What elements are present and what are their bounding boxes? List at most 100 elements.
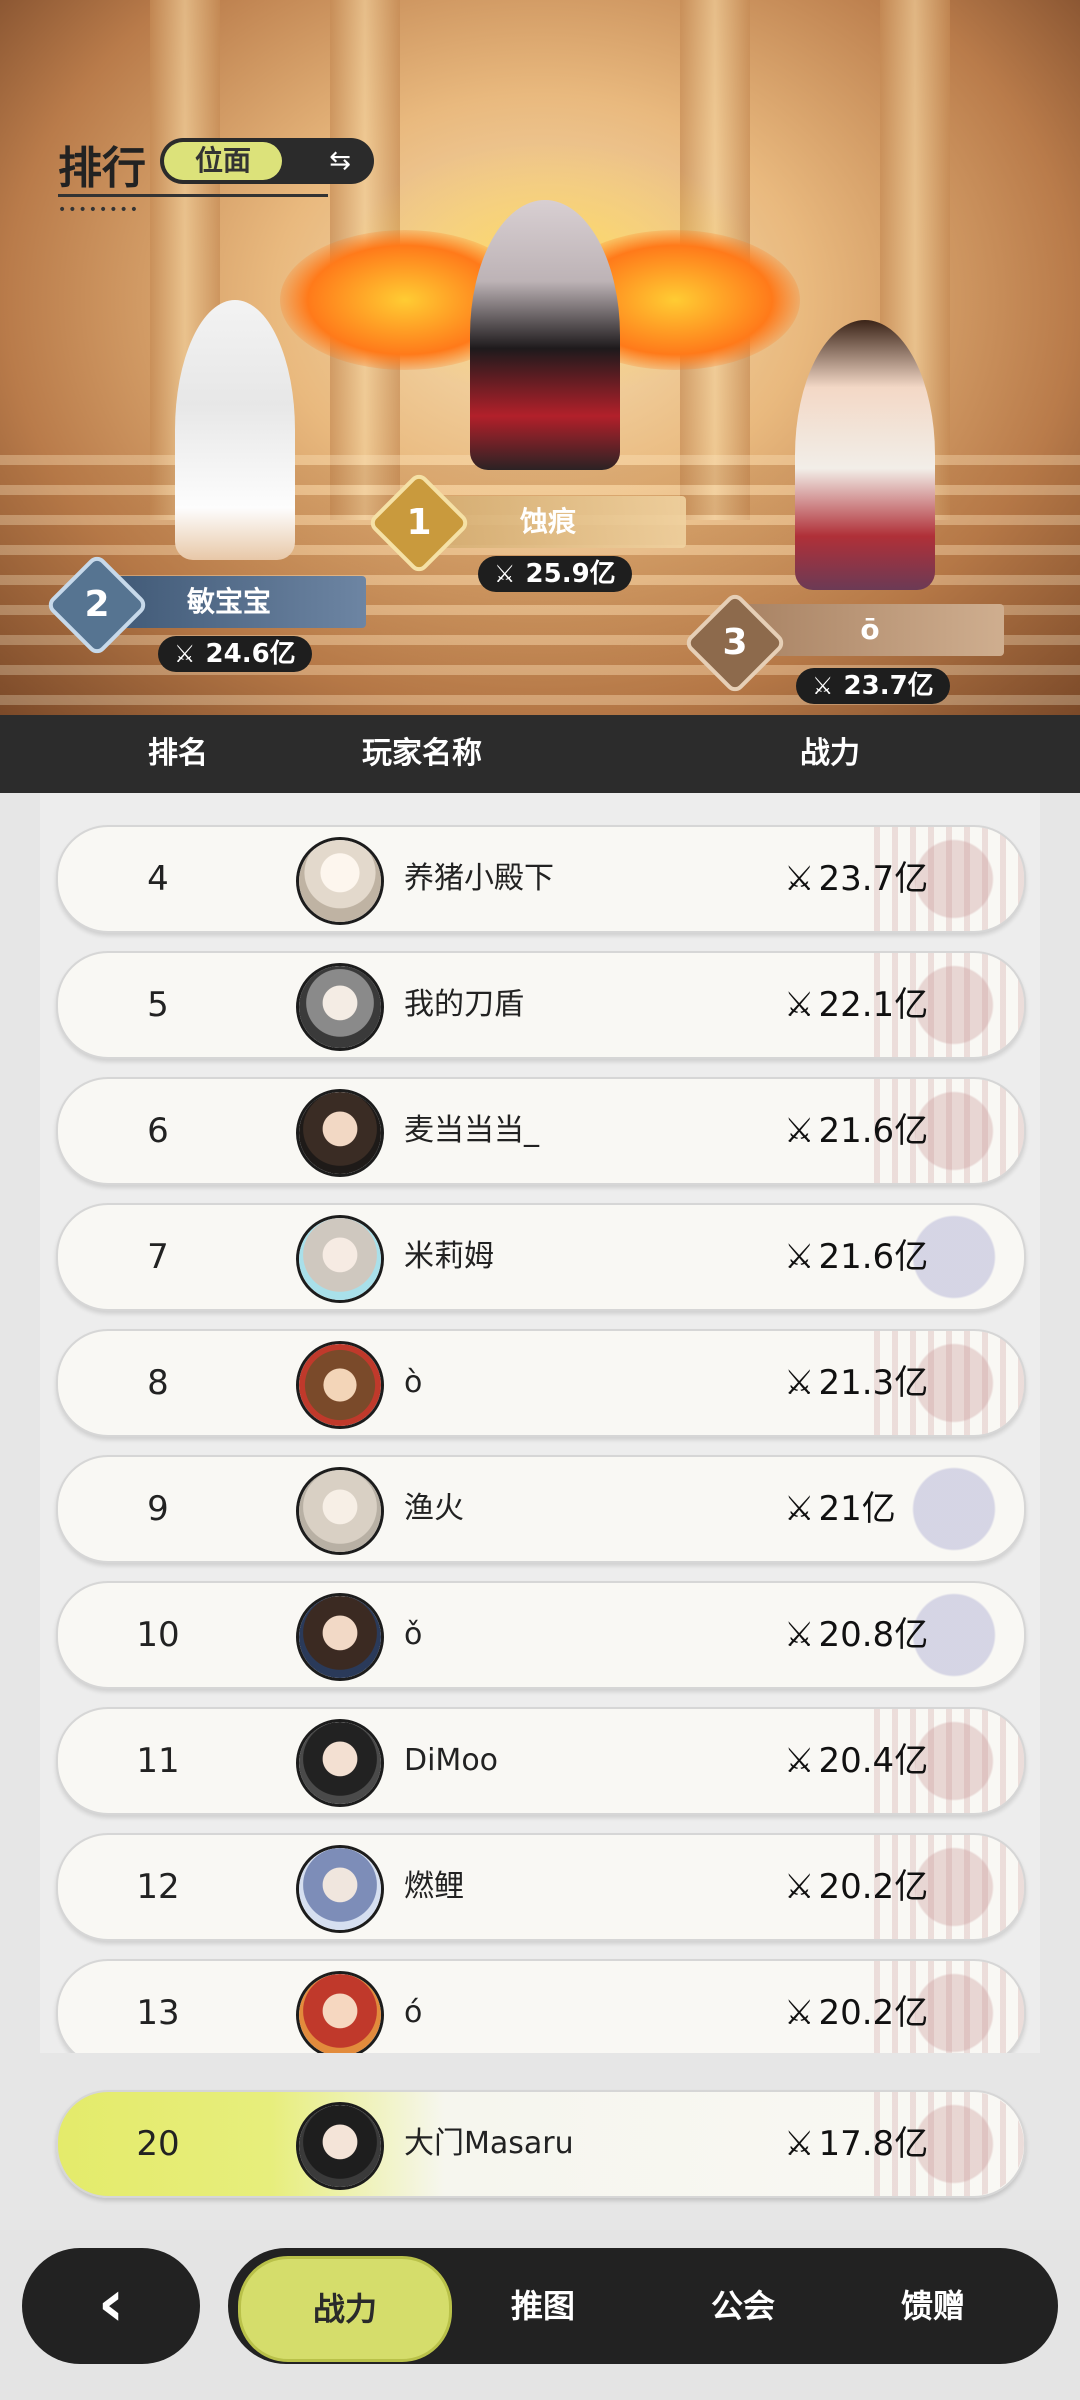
table-header: 排名 玩家名称 战力 xyxy=(0,715,1080,793)
column-rank: 排名 xyxy=(148,736,208,771)
crossed-swords-icon: ⚔ xyxy=(784,1867,815,1907)
my-power: ⚔ 17.8亿 xyxy=(784,2124,929,2164)
title-dots: •••••••• xyxy=(58,202,141,218)
column-power: 战力 xyxy=(800,736,860,771)
avatar[interactable] xyxy=(296,1341,384,1429)
rank2-name: 敏宝宝 xyxy=(186,585,271,618)
scope-label: 位面 xyxy=(164,142,282,180)
row-power: ⚔ 20.2亿 xyxy=(784,1993,929,2033)
crossed-swords-icon: ⚔ xyxy=(784,2124,815,2164)
avatar[interactable] xyxy=(296,1971,384,2053)
avatar[interactable] xyxy=(296,963,384,1051)
row-name: ò xyxy=(404,1365,423,1400)
row-rank: 6 xyxy=(147,1111,169,1151)
row-name: ó xyxy=(404,1995,423,2030)
page-title: 排行 xyxy=(58,143,146,194)
row-power: ⚔ 21.3亿 xyxy=(784,1363,929,1403)
avatar[interactable] xyxy=(296,1845,384,1933)
my-rank: 20 xyxy=(136,2124,180,2164)
crossed-swords-icon: ⚔ xyxy=(784,1111,815,1151)
back-button[interactable]: ‹ xyxy=(22,2248,200,2364)
row-rank: 13 xyxy=(136,1993,180,2033)
crossed-swords-icon: ⚔ xyxy=(494,560,516,588)
row-name: ǒ xyxy=(404,1617,423,1652)
chevron-left-icon: ‹ xyxy=(97,2267,125,2341)
crossed-swords-icon: ⚔ xyxy=(812,672,834,700)
crossed-swords-icon: ⚔ xyxy=(784,1363,815,1403)
row-name: 麦当当当_ xyxy=(404,1113,539,1148)
row-power: ⚔ 21.6亿 xyxy=(784,1111,929,1151)
row-rank: 8 xyxy=(147,1363,169,1403)
row-power: ⚔ 20.8亿 xyxy=(784,1615,929,1655)
table-row[interactable]: 7 米莉姆 ⚔ 21.6亿 xyxy=(56,1203,1026,1311)
table-row[interactable]: 10 ǒ ⚔ 20.8亿 xyxy=(56,1581,1026,1689)
swap-arrows-icon[interactable]: ⇆ xyxy=(320,142,360,180)
crossed-swords-icon: ⚔ xyxy=(174,640,196,668)
tab-gift[interactable]: 馈赠 xyxy=(848,2256,1018,2356)
row-rank: 12 xyxy=(136,1867,180,1907)
row-name: 我的刀盾 xyxy=(404,987,524,1022)
crossed-swords-icon: ⚔ xyxy=(784,1993,815,2033)
avatar[interactable] xyxy=(296,1467,384,1555)
table-row[interactable]: 13 ó ⚔ 20.2亿 xyxy=(56,1959,1026,2053)
table-row[interactable]: 4 养猪小殿下 ⚔ 23.7亿 xyxy=(56,825,1026,933)
tab-bar: 战力 推图 公会 馈赠 xyxy=(228,2248,1058,2364)
row-power: ⚔ 21.6亿 xyxy=(784,1237,929,1277)
crossed-swords-icon: ⚔ xyxy=(784,1489,815,1529)
column-name: 玩家名称 xyxy=(362,736,482,771)
rank3-power: ⚔ 23.7亿 xyxy=(796,668,950,704)
table-row[interactable]: 11 DiMoo ⚔ 20.4亿 xyxy=(56,1707,1026,1815)
avatar[interactable] xyxy=(296,2102,384,2190)
title-underline xyxy=(58,194,328,197)
row-power: ⚔ 20.2亿 xyxy=(784,1867,929,1907)
avatar[interactable] xyxy=(296,837,384,925)
table-row[interactable]: 8 ò ⚔ 21.3亿 xyxy=(56,1329,1026,1437)
row-name: 养猪小殿下 xyxy=(404,861,554,896)
row-rank: 5 xyxy=(147,985,169,1025)
leaderboard-title: 排行 位面 ⇆ •••••••• xyxy=(58,132,374,218)
podium-scene: 排行 位面 ⇆ •••••••• 蚀痕 1 ⚔ 25.9亿 敏宝宝 2 ⚔ 24.6… xyxy=(0,0,1080,715)
crossed-swords-icon: ⚔ xyxy=(784,985,815,1025)
rank3-character[interactable] xyxy=(795,320,935,590)
table-row[interactable]: 12 燃鲤 ⚔ 20.2亿 xyxy=(56,1833,1026,1941)
row-name: DiMoo xyxy=(404,1743,499,1778)
bottom-nav: ‹ 战力 推图 公会 馈赠 xyxy=(0,2230,1080,2400)
ranking-list[interactable]: 4 养猪小殿下 ⚔ 23.7亿 5 我的刀盾 ⚔ 22.1亿 6 麦当当当_ ⚔ 21… xyxy=(40,793,1040,2053)
crossed-swords-icon: ⚔ xyxy=(784,859,815,899)
row-rank: 4 xyxy=(147,859,169,899)
my-rank-content: 20 大门Masaru ⚔ 17.8亿 xyxy=(58,2092,1024,2196)
avatar[interactable] xyxy=(296,1215,384,1303)
row-name: 渔火 xyxy=(404,1491,464,1526)
avatar[interactable] xyxy=(296,1089,384,1177)
row-power: ⚔ 23.7亿 xyxy=(784,859,929,899)
row-name: 米莉姆 xyxy=(404,1239,494,1274)
tab-stage[interactable]: 推图 xyxy=(458,2256,628,2356)
row-power: ⚔ 21亿 xyxy=(784,1489,896,1529)
table-row[interactable]: 9 渔火 ⚔ 21亿 xyxy=(56,1455,1026,1563)
row-power: ⚔ 20.4亿 xyxy=(784,1741,929,1781)
crossed-swords-icon: ⚔ xyxy=(784,1741,815,1781)
row-rank: 11 xyxy=(136,1741,180,1781)
row-power: ⚔ 22.1亿 xyxy=(784,985,929,1025)
rank2-power: ⚔ 24.6亿 xyxy=(158,636,312,672)
rank1-name: 蚀痕 xyxy=(519,505,576,538)
table-row[interactable]: 5 我的刀盾 ⚔ 22.1亿 xyxy=(56,951,1026,1059)
rank1-power: ⚔ 25.9亿 xyxy=(478,556,632,592)
rank2-character[interactable] xyxy=(175,300,295,560)
row-name: 燃鲤 xyxy=(404,1869,464,1904)
row-rank: 10 xyxy=(136,1615,180,1655)
row-rank: 7 xyxy=(147,1237,169,1277)
crossed-swords-icon: ⚔ xyxy=(784,1237,815,1277)
emblem-decoration xyxy=(874,1457,1024,1561)
tab-power[interactable]: 战力 xyxy=(238,2256,452,2362)
avatar[interactable] xyxy=(296,1593,384,1681)
my-rank-row[interactable]: 20 大门Masaru ⚔ 17.8亿 xyxy=(56,2090,1026,2198)
rank1-character[interactable] xyxy=(470,200,620,470)
scope-toggle[interactable]: 位面 ⇆ xyxy=(160,138,374,184)
tab-guild[interactable]: 公会 xyxy=(658,2256,828,2356)
avatar[interactable] xyxy=(296,1719,384,1807)
my-name: 大门Masaru xyxy=(404,2126,574,2161)
rank3-name: ō xyxy=(860,613,880,646)
table-row[interactable]: 6 麦当当当_ ⚔ 21.6亿 xyxy=(56,1077,1026,1185)
row-rank: 9 xyxy=(147,1489,169,1529)
